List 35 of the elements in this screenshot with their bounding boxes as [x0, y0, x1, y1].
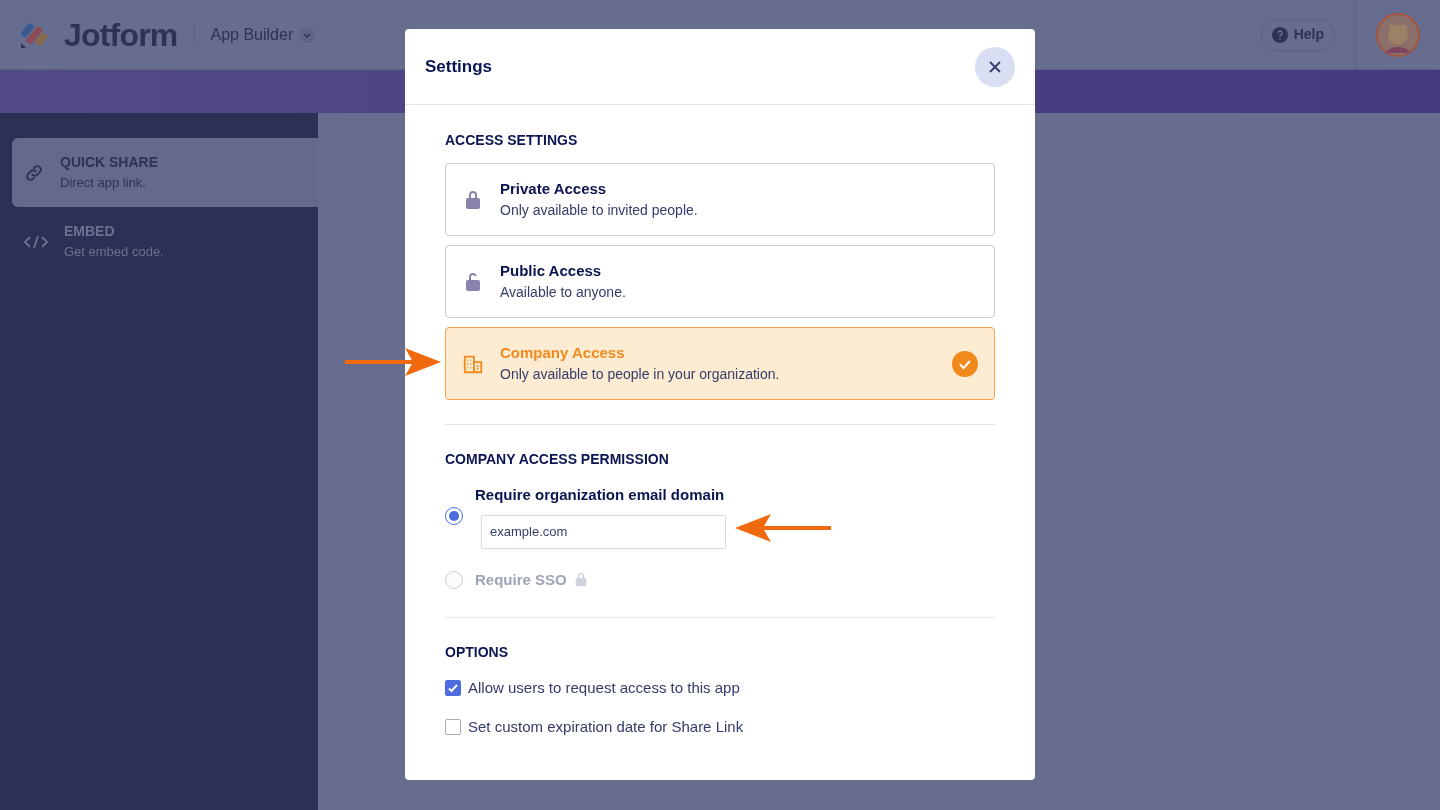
access-option[interactable]: Company Access Only available to people in your organization.: [445, 327, 995, 400]
logo-wordmark: Jotform: [64, 15, 178, 55]
radio-button[interactable]: [445, 507, 463, 526]
option-description: Only available to people in your organization.: [500, 365, 781, 385]
lock-icon: [465, 189, 481, 210]
domain-field[interactable]: example.com: [481, 514, 726, 549]
item-title: QUICK SHARE: [60, 153, 158, 173]
option-title: Private Access: [500, 178, 608, 199]
close-button[interactable]: [975, 46, 1015, 87]
radio-label: Require organization email domain: [475, 485, 725, 505]
unlock-icon: [465, 271, 481, 292]
link-icon: [24, 162, 44, 183]
code-icon: [24, 234, 48, 249]
dialog-title: Settings: [425, 55, 493, 78]
option-title: Company Access: [500, 342, 626, 363]
radio-label: Require SSO: [475, 569, 567, 590]
section-heading: OPTIONS: [445, 643, 509, 662]
item-title: EMBED: [64, 222, 116, 242]
close-icon: [989, 60, 1001, 73]
option-description: Only available to invited people.: [500, 201, 699, 221]
item-subtitle: Get embed code.: [64, 243, 164, 262]
section-heading: ACCESS SETTINGS: [445, 131, 579, 150]
chevron-icon: [299, 26, 316, 43]
option-description: Available to anyone.: [500, 283, 627, 303]
section-heading: COMPANY ACCESS PERMISSION: [445, 450, 670, 469]
checkbox-label: Set custom expiration date for Share Link: [468, 716, 744, 737]
checkbox[interactable]: [445, 680, 461, 697]
access-option[interactable]: Private Access Only available to invited people.: [445, 163, 995, 236]
option-title: Public Access: [500, 260, 603, 281]
check-icon: [952, 350, 978, 377]
help-icon: [1271, 26, 1288, 43]
lock-icon: [574, 572, 587, 588]
checkbox-label: Allow users to request access to this app: [468, 678, 740, 698]
access-option[interactable]: Public Access Available to anyone.: [445, 245, 995, 318]
checkbox[interactable]: [445, 718, 461, 735]
